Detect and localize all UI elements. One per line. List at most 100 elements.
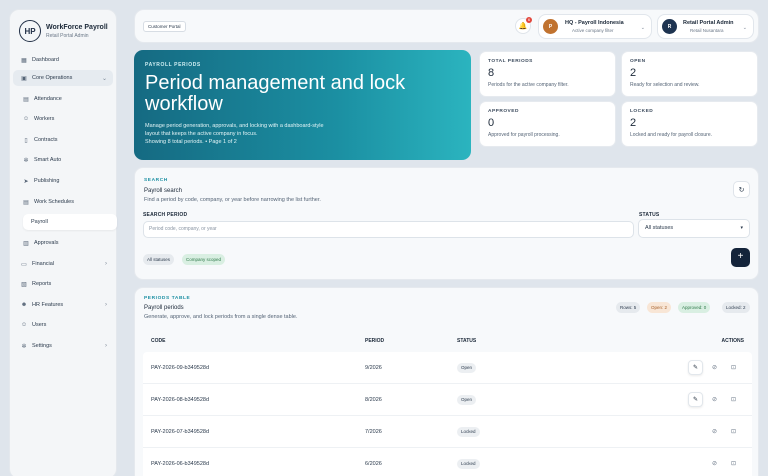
sidebar-item-workers[interactable]: ☺ Workers <box>23 111 117 127</box>
app-frame: HP WorkForce Payroll Retail Portal Admin… <box>0 0 768 476</box>
sidebar-item-financial[interactable]: ▭ Financial › <box>13 256 113 272</box>
pencil-icon: ✎ <box>692 397 699 403</box>
lock-button[interactable]: ⊡ <box>726 456 741 471</box>
company-avatar: P <box>543 19 558 34</box>
sidebar-item-publishing[interactable]: ➤ Publishing <box>23 173 117 189</box>
approve-button[interactable]: ⊘ <box>707 360 722 375</box>
user-menu[interactable]: R Retail Portal Admin Retail Nusantara ⌄ <box>657 14 754 39</box>
stat-label: APPROVED <box>488 109 519 114</box>
search-description: Find a period by code, company, or year … <box>144 197 321 203</box>
brand[interactable]: HP WorkForce Payroll Retail Portal Admin <box>10 10 116 44</box>
stat-value: 2 <box>630 67 637 79</box>
lock-button[interactable]: ⊡ <box>726 392 741 407</box>
sidebar-item-core-operations[interactable]: ▣ Core Operations ⌄ <box>13 70 113 86</box>
lock-button[interactable]: ⊡ <box>726 424 741 439</box>
stat-card-approved: APPROVED 0 Approved for payroll processi… <box>479 101 616 147</box>
filter-pill-all-statuses[interactable]: All statuses <box>143 254 175 265</box>
periods-table-card: PERIODS TABLE Payroll periods Generate, … <box>134 287 759 476</box>
chevron-right-icon: › <box>105 261 107 267</box>
period-value: 7/2026 <box>365 429 382 435</box>
sidebar-item-label: Dashboard <box>32 57 59 63</box>
app-subtitle: Retail Portal Admin <box>46 32 89 39</box>
open-badge: Open: 2 <box>647 302 672 313</box>
stat-hint: Approved for payroll processing. <box>488 132 560 138</box>
column-header-code[interactable]: CODE <box>151 338 165 344</box>
column-header-status[interactable]: STATUS <box>457 338 476 344</box>
user-icon: ☺ <box>20 322 28 328</box>
sidebar-item-payroll[interactable]: Payroll <box>23 214 117 230</box>
table-row[interactable]: PAY-2026-09-b349528d 9/2026 Open ✎ ⊘ ⊡ <box>143 352 752 384</box>
gear-icon: ✲ <box>21 343 27 350</box>
sidebar-item-hr-features[interactable]: ☻ HR Features › <box>13 297 113 313</box>
period-value: 8/2026 <box>365 397 382 403</box>
check-circle-icon: ⊘ <box>711 365 718 371</box>
lock-icon: ⊡ <box>730 397 737 403</box>
sidebar-item-label: Smart Auto <box>34 157 62 163</box>
logo: HP <box>19 20 41 42</box>
period-code: PAY-2026-08-b349528d <box>151 397 210 403</box>
app-name: WorkForce Payroll <box>46 23 108 31</box>
sidebar-item-label: Contracts <box>34 137 58 143</box>
sidebar-item-attendance[interactable]: ▤ Attendance <box>23 91 117 107</box>
hero-meta: Showing 8 total periods. • Page 1 of 2 <box>145 139 237 145</box>
sidebar-item-work-schedules[interactable]: ▤ Work Schedules <box>23 194 117 210</box>
add-period-button[interactable]: + <box>731 248 750 267</box>
approve-button[interactable]: ⊘ <box>707 456 722 471</box>
check-circle-icon: ⊘ <box>711 397 718 403</box>
people-icon: ☻ <box>20 302 28 308</box>
status-label: STATUS <box>639 212 660 218</box>
table-row[interactable]: PAY-2026-07-b349528d 7/2026 Locked ⊘ ⊡ <box>143 416 752 448</box>
approve-button[interactable]: ⊘ <box>707 424 722 439</box>
money-icon: ▭ <box>21 261 27 268</box>
company-switcher[interactable]: P HQ - Payroll Indonesia Active company … <box>538 14 652 39</box>
lock-icon: ⊡ <box>730 461 737 467</box>
stat-label: LOCKED <box>630 109 654 114</box>
sidebar-item-label: Financial <box>32 261 55 267</box>
search-input[interactable]: Period code, company, or year <box>143 221 634 238</box>
refresh-icon: ↻ <box>738 186 745 194</box>
refresh-button[interactable]: ↻ <box>733 181 750 198</box>
approve-button[interactable]: ⊘ <box>707 392 722 407</box>
hero-eyebrow: PAYROLL PERIODS <box>145 62 201 68</box>
stat-label: TOTAL PERIODS <box>488 59 533 64</box>
table-header: CODE PERIOD STATUS ACTIONS <box>143 330 752 352</box>
sidebar-item-users[interactable]: ☺ Users <box>13 317 113 333</box>
column-header-period[interactable]: PERIOD <box>365 338 384 344</box>
sidebar-item-reports[interactable]: ▧ Reports <box>13 276 113 292</box>
status-select[interactable]: All statuses ▾ <box>638 219 750 238</box>
edit-button[interactable]: ✎ <box>688 392 703 407</box>
users-icon: ☺ <box>22 116 30 122</box>
status-select-value: All statuses <box>645 225 674 231</box>
chevron-right-icon: › <box>105 343 107 349</box>
check-circle-icon: ⊘ <box>711 429 718 435</box>
table-row[interactable]: PAY-2026-06-b349528d 6/2026 Locked ⊘ ⊡ <box>143 448 752 476</box>
calendar-icon: ▤ <box>23 96 29 103</box>
check-icon: ▥ <box>23 240 29 247</box>
lock-button[interactable]: ⊡ <box>726 360 741 375</box>
status-badge: Locked <box>457 427 480 437</box>
search-period-label: SEARCH PERIOD <box>143 212 188 218</box>
sidebar-item-label: Core Operations <box>32 75 73 81</box>
sidebar-item-contracts[interactable]: ▯ Contracts <box>23 132 117 148</box>
grid-icon: ▦ <box>21 57 27 64</box>
period-code: PAY-2026-09-b349528d <box>151 365 210 371</box>
sidebar-item-label: Payroll <box>31 219 48 225</box>
briefcase-icon: ▣ <box>21 75 27 82</box>
sidebar-item-label: Approvals <box>34 240 59 246</box>
bell-icon: 🔔 <box>518 23 528 30</box>
filter-pill-company-scoped[interactable]: Company scoped <box>182 254 226 265</box>
customer-portal-chip[interactable]: Customer Portal <box>143 21 186 32</box>
gear-icon: ✲ <box>23 157 29 164</box>
sidebar-item-smart-auto[interactable]: ✲ Smart Auto <box>23 152 117 168</box>
notifications-button[interactable]: 🔔 6 <box>515 17 532 34</box>
sidebar-item-dashboard[interactable]: ▦ Dashboard <box>13 52 113 68</box>
sidebar-item-label: Work Schedules <box>34 199 74 205</box>
report-icon: ▧ <box>21 281 27 288</box>
sidebar-item-settings[interactable]: ✲ Settings › <box>13 338 113 354</box>
edit-button[interactable]: ✎ <box>688 360 703 375</box>
company-name: HQ - Payroll Indonesia <box>565 20 624 26</box>
chevron-down-icon: ⌄ <box>742 25 747 31</box>
user-org: Retail Nusantara <box>690 28 724 33</box>
sidebar-item-approvals[interactable]: ▥ Approvals <box>23 235 117 251</box>
table-row[interactable]: PAY-2026-08-b349528d 8/2026 Open ✎ ⊘ ⊡ <box>143 384 752 416</box>
